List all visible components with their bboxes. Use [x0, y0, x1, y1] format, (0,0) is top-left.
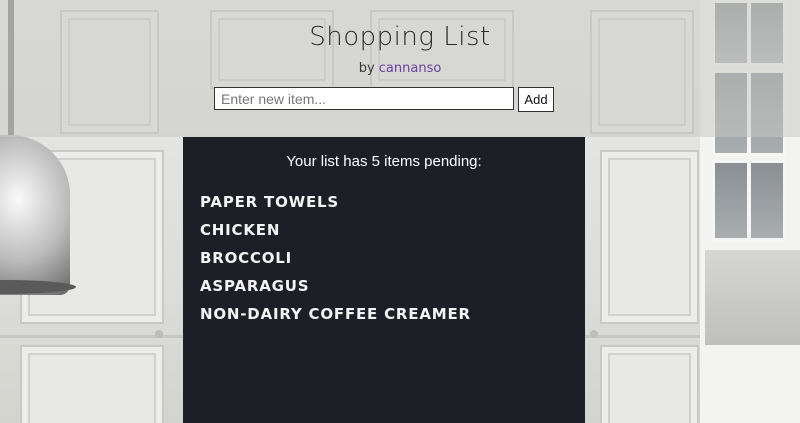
shopping-item-list: Paper Towels Chicken Broccoli Asparagus …	[200, 189, 471, 329]
byline-prefix: by	[358, 61, 375, 76]
window-pane	[748, 160, 786, 241]
header: Shopping List by cannanso Add	[0, 0, 800, 137]
chalkboard-list-panel: Your list has 5 items pending: Paper Tow…	[183, 137, 585, 423]
list-item[interactable]: Asparagus	[200, 273, 471, 301]
cabinet-panel	[600, 345, 699, 423]
list-item[interactable]: Broccoli	[200, 245, 471, 273]
range-hood	[705, 250, 800, 345]
app-title: Shopping List	[309, 22, 491, 52]
list-item[interactable]: Paper Towels	[200, 189, 471, 217]
pending-summary: Your list has 5 items pending:	[286, 153, 482, 170]
byline: by cannanso	[0, 61, 800, 76]
cabinet-knob	[590, 330, 598, 338]
window-pane	[712, 160, 750, 241]
cabinet-knob	[155, 330, 163, 338]
author-link[interactable]: cannanso	[379, 61, 442, 76]
new-item-input[interactable]	[214, 87, 514, 110]
list-item[interactable]: Chicken	[200, 217, 471, 245]
cabinet-panel	[600, 150, 699, 324]
add-button[interactable]: Add	[518, 87, 554, 112]
list-item[interactable]: Non-dairy coffee creamer	[200, 301, 471, 329]
app-screen: Shopping List by cannanso Add Your list …	[0, 0, 800, 423]
cabinet-panel	[20, 345, 164, 423]
